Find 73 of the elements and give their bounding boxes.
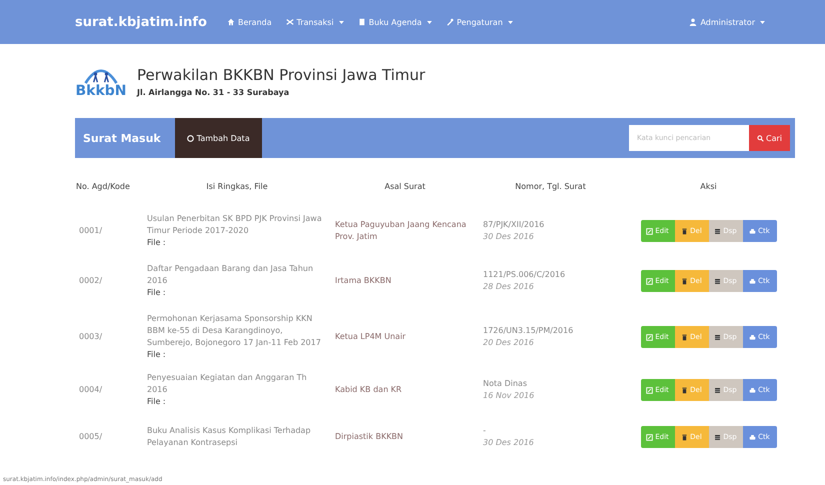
summary-text: Usulan Penerbitan SK BPD PJK Provinsi Jawa Timur Periode 2017-2020 bbox=[147, 213, 323, 237]
user-menu[interactable]: Administrator bbox=[689, 18, 765, 26]
edit-icon bbox=[646, 386, 654, 394]
file-label: File : bbox=[147, 237, 167, 249]
home-icon bbox=[226, 18, 235, 26]
file-label: File : bbox=[147, 287, 167, 299]
printer-icon bbox=[749, 228, 756, 234]
search-icon bbox=[757, 134, 764, 142]
printer-icon bbox=[749, 434, 756, 440]
user-icon bbox=[689, 18, 698, 26]
edit-icon bbox=[646, 434, 654, 440]
column-header: Asal Surat bbox=[384, 182, 426, 190]
brand-link[interactable]: surat.kbjatim.info bbox=[75, 14, 207, 30]
nav-link[interactable]: Buku Agenda bbox=[358, 18, 432, 26]
letter-number: 87/PJK/XII/2016 bbox=[483, 219, 546, 231]
table-cell: 0001/ bbox=[79, 226, 102, 235]
letter-date: 28 Des 2016 bbox=[483, 281, 535, 293]
logo-text: BkkbN bbox=[75, 84, 127, 98]
list-icon bbox=[714, 334, 722, 340]
file-label: File : bbox=[147, 396, 167, 408]
table-cell: 0004/ bbox=[79, 385, 102, 394]
column-header: No. Agd/Kode bbox=[76, 182, 130, 190]
summary-text: Buku Analisis Kasus Komplikasi Terhadap Pelayanan Kontrasepsi bbox=[147, 425, 312, 449]
printer-icon bbox=[749, 278, 756, 284]
column-header: Nomor, Tgl. Surat bbox=[515, 182, 586, 190]
caret-icon bbox=[426, 20, 432, 24]
trash-icon bbox=[681, 386, 688, 394]
search-button[interactable]: Cari bbox=[749, 125, 790, 151]
org-address: Jl. Airlangga No. 31 - 33 Surabaya bbox=[137, 88, 290, 96]
trash-icon bbox=[681, 228, 688, 234]
table-cell: Kabid KB dan KR bbox=[335, 385, 402, 394]
letter-number: 1121/PS.006/C/2016 bbox=[483, 269, 566, 281]
trash-icon bbox=[681, 334, 688, 340]
summary-text: Permohonan Kerjasama Sponsorship KKN BBM ke-55 di Desa Karangdinoyo, Sumberejo, Bojonegoro 17 Jan-11 Feb 2017 bbox=[147, 313, 322, 349]
letter-date: 16 Nov 2016 bbox=[483, 390, 536, 402]
trash-icon bbox=[681, 434, 688, 440]
letter-number: Nota Dinas bbox=[483, 378, 528, 390]
table-cell: Ketua LP4M Unair bbox=[335, 332, 406, 341]
letter-number: 1726/UN3.15/PM/2016 bbox=[483, 325, 574, 337]
nav-link[interactable]: Beranda bbox=[226, 18, 272, 26]
caret-icon bbox=[508, 20, 513, 24]
table-cell: 0002/ bbox=[79, 276, 102, 285]
letter-date: 30 Des 2016 bbox=[483, 437, 535, 449]
column-header: Aksi bbox=[700, 182, 717, 190]
list-icon bbox=[714, 434, 722, 440]
list-icon bbox=[714, 278, 722, 284]
list-icon bbox=[714, 386, 722, 394]
trash-icon bbox=[681, 278, 688, 284]
letter-date: 20 Des 2016 bbox=[483, 337, 535, 349]
edit-icon bbox=[646, 278, 654, 284]
table-cell: Ketua Paguyuban Jaang Kencana Prov. Jatim bbox=[335, 220, 466, 241]
nav-link[interactable]: Transaksi bbox=[286, 18, 344, 26]
file-label: File : bbox=[147, 349, 167, 361]
column-header: Isi Ringkas, File bbox=[206, 182, 268, 190]
table-cell: Dirpiastik BKKBN bbox=[335, 432, 404, 441]
caret-icon bbox=[338, 20, 344, 24]
list-icon bbox=[714, 228, 722, 234]
table-cell: 0003/ bbox=[79, 332, 102, 341]
edit-icon bbox=[646, 334, 654, 340]
caret-icon bbox=[760, 20, 765, 24]
org-title: Perwakilan BKKBN Provinsi Jawa Timur bbox=[137, 66, 426, 84]
printer-icon bbox=[749, 386, 756, 394]
nav-link[interactable]: Pengaturan bbox=[446, 18, 513, 26]
summary-text: Daftar Pengadaan Barang dan Jasa Tahun 2016 bbox=[147, 263, 314, 287]
table-cell: Irtama BKKBN bbox=[335, 276, 392, 285]
letter-date: 30 Des 2016 bbox=[483, 231, 535, 243]
add-data-button[interactable]: Tambah Data bbox=[174, 118, 262, 158]
panel-title: Surat Masuk bbox=[82, 132, 162, 144]
table-cell: 0005/ bbox=[79, 432, 102, 441]
printer-icon bbox=[749, 334, 756, 340]
edit-icon bbox=[646, 228, 654, 234]
letter-number: - bbox=[483, 425, 487, 437]
summary-text: Penyesuaian Kegiatan dan Anggaran Th 2016 bbox=[147, 372, 308, 396]
